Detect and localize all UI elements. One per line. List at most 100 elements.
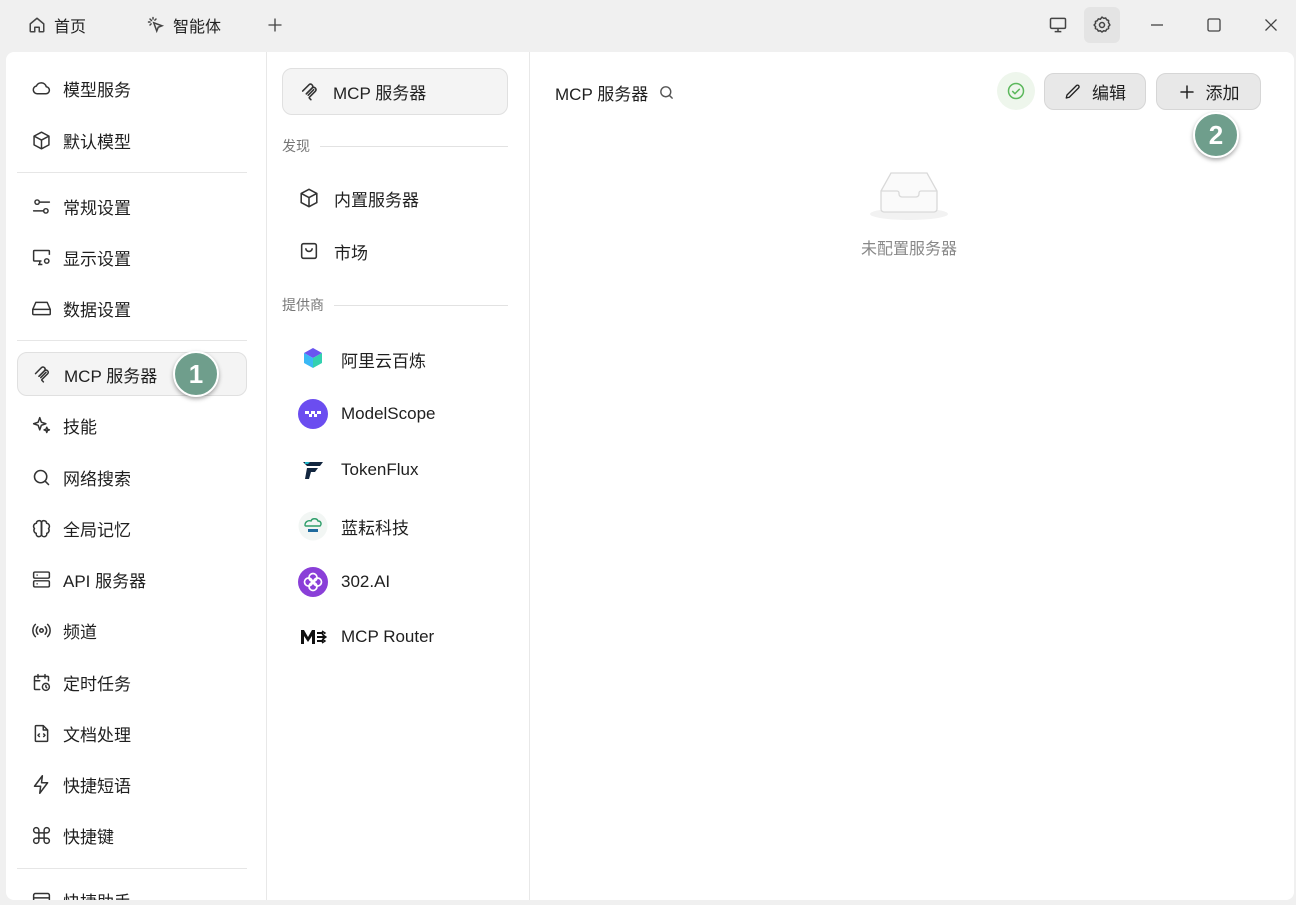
provider-302ai[interactable]: 302.AI (282, 560, 508, 604)
sparkles-icon (31, 415, 52, 436)
tab-label: 智能体 (173, 19, 222, 36)
sidebar-item-label: 常规设置 (63, 198, 131, 218)
mcp-icon (32, 364, 53, 385)
plus-icon (266, 16, 284, 34)
mcp-servers-nav-item[interactable]: MCP 服务器 (282, 68, 508, 115)
sidebar-item-label: 网络搜索 (63, 469, 131, 489)
sidebar-item-shortcuts[interactable]: 快捷键 (17, 813, 247, 857)
provider-lanyun[interactable]: 蓝耘科技 (282, 504, 508, 548)
edit-button[interactable]: 编辑 (1044, 73, 1146, 110)
step-badge-2: 2 (1193, 112, 1239, 158)
content-header: MCP 服务器 (555, 80, 675, 105)
sidebar-divider (17, 172, 247, 173)
file-code-icon (31, 723, 52, 744)
provider-modelscope[interactable]: ModelScope (282, 392, 508, 436)
mcp-router-logo (298, 622, 328, 652)
maximize-icon (1206, 17, 1222, 33)
monitor-settings-icon (31, 247, 52, 268)
provider-label: ModelScope (341, 404, 436, 423)
provider-bailian[interactable]: 阿里云百炼 (282, 337, 508, 381)
status-ok-indicator[interactable] (997, 72, 1035, 110)
cube-icon (298, 187, 320, 209)
sliders-icon (31, 196, 52, 217)
provider-mcp-router[interactable]: MCP Router (282, 615, 508, 659)
server-icon (31, 569, 52, 590)
settings-gear-icon (1092, 15, 1112, 35)
display-button[interactable] (1040, 7, 1076, 43)
cube-icon (31, 130, 52, 151)
minimize-icon (1149, 17, 1165, 33)
tokenflux-logo (298, 455, 328, 485)
maximize-button[interactable] (1196, 7, 1232, 43)
provider-label: 302.AI (341, 572, 391, 591)
shopping-bag-icon (298, 240, 320, 262)
302ai-logo (298, 567, 328, 597)
close-icon (1263, 17, 1279, 33)
item-label: 市场 (334, 243, 368, 263)
provider-label: TokenFlux (341, 460, 419, 479)
zap-icon (31, 774, 52, 795)
empty-state: 未配置服务器 (530, 167, 1288, 259)
sidebar-item-data-settings[interactable]: 数据设置 (17, 286, 247, 330)
provider-label: 蓝耘科技 (341, 518, 409, 538)
sidebar-item-label: API 服务器 (63, 571, 147, 591)
modelscope-logo (298, 399, 328, 429)
marketplace-item[interactable]: 市场 (282, 229, 508, 273)
sidebar-divider (17, 868, 247, 869)
search-icon[interactable] (658, 84, 675, 101)
minimize-button[interactable] (1139, 7, 1175, 43)
mcp-icon (299, 81, 321, 103)
close-button[interactable] (1253, 7, 1289, 43)
sidebar-item-label: 模型服务 (63, 80, 131, 100)
add-button[interactable]: 添加 (1156, 73, 1261, 110)
page-title: MCP 服务器 (555, 85, 649, 104)
sidebar-item-label: 频道 (63, 622, 97, 642)
mcp-content-area: MCP 服务器 编辑 添加 2 未配置服务器 (530, 52, 1294, 900)
sidebar-item-quick-phrases[interactable]: 快捷短语 (17, 762, 247, 806)
search-icon (31, 467, 52, 488)
tab-label: 首页 (54, 19, 87, 36)
sidebar-item-label: 快捷助手 (63, 888, 131, 901)
pencil-icon (1064, 83, 1082, 101)
sidebar-item-label: 默认模型 (63, 132, 131, 152)
sidebar-item-quick-assistant[interactable]: 快捷助手 (17, 878, 247, 900)
check-circle-icon (1006, 81, 1026, 101)
section-divider (320, 145, 508, 147)
sidebar-item-label: 快捷键 (63, 827, 114, 847)
discover-section-header: 发现 (282, 136, 508, 156)
sidebar-item-label: MCP 服务器 (64, 366, 158, 386)
sidebar-item-document-processing[interactable]: 文档处理 (17, 711, 247, 755)
provider-tokenflux[interactable]: TokenFlux (282, 448, 508, 492)
sidebar-item-label: 快捷短语 (63, 776, 131, 796)
sidebar-item-global-memory[interactable]: 全局记忆 (17, 506, 247, 550)
sidebar-item-channels[interactable]: 频道 (17, 608, 247, 652)
add-label: 添加 (1205, 84, 1240, 103)
empty-state-text: 未配置服务器 (860, 241, 957, 258)
section-label: 发现 (282, 138, 310, 154)
sidebar-item-skills[interactable]: 技能 (17, 403, 247, 447)
sidebar-item-api-server[interactable]: API 服务器 (17, 557, 247, 601)
tab-home[interactable]: 首页 (28, 9, 86, 41)
provider-label: MCP Router (341, 627, 435, 646)
settings-sidebar: 模型服务 默认模型 常规设置 显示设置 数据设置 MCP 服务器 1 技能 网络… (6, 52, 267, 900)
sidebar-item-model-service[interactable]: 模型服务 (17, 66, 247, 110)
calendar-clock-icon (31, 672, 52, 693)
settings-button[interactable] (1084, 7, 1120, 43)
plus-icon (1178, 83, 1196, 101)
section-divider (334, 304, 508, 306)
item-label: 内置服务器 (334, 190, 419, 210)
sparkle-cursor-icon (147, 16, 165, 34)
tab-agents[interactable]: 智能体 (147, 9, 221, 41)
new-tab-button[interactable] (257, 7, 293, 43)
sidebar-item-web-search[interactable]: 网络搜索 (17, 455, 247, 499)
sidebar-item-scheduled-tasks[interactable]: 定时任务 (17, 660, 247, 704)
command-icon (31, 825, 52, 846)
app-window-icon (31, 890, 52, 900)
sidebar-item-display-settings[interactable]: 显示设置 (17, 235, 247, 279)
builtin-servers-item[interactable]: 内置服务器 (282, 176, 508, 220)
lanyun-logo (298, 511, 328, 541)
sidebar-item-general-settings[interactable]: 常规设置 (17, 184, 247, 228)
hard-drive-icon (31, 298, 52, 319)
sidebar-item-default-model[interactable]: 默认模型 (17, 118, 247, 162)
settings-panel: 模型服务 默认模型 常规设置 显示设置 数据设置 MCP 服务器 1 技能 网络… (6, 52, 1294, 900)
